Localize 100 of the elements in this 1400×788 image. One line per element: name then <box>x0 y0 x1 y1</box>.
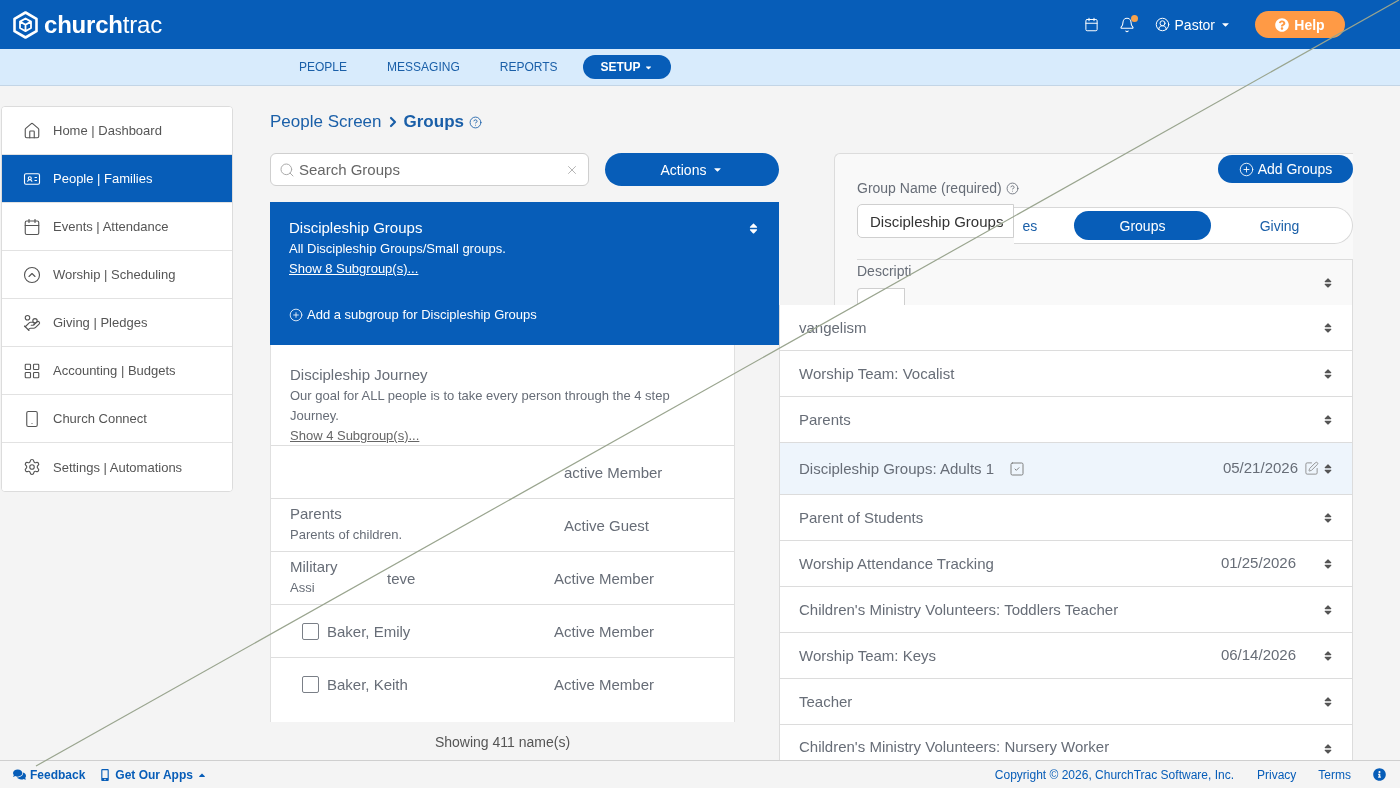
sort-icon[interactable] <box>1322 743 1334 755</box>
actions-button[interactable]: Actions <box>605 153 779 186</box>
group-name: Worship Attendance Tracking <box>799 555 994 572</box>
help-icon <box>1275 17 1290 32</box>
logo-text: churchtrac <box>44 10 163 39</box>
footer-link[interactable]: Terms <box>1318 767 1351 782</box>
sort-icon[interactable] <box>1322 649 1334 662</box>
chat-icon <box>13 768 26 781</box>
member-name: Baker, Emily <box>327 622 411 640</box>
group-name-field[interactable]: Discipleship Groups <box>857 204 1015 238</box>
member-status: Active Member <box>554 675 655 693</box>
group-title: Discipleship Groups <box>289 218 423 238</box>
nav-tab[interactable]: MESSAGING <box>367 55 480 79</box>
member-status: Active Member <box>554 569 655 587</box>
sort-icon[interactable] <box>1322 557 1334 570</box>
group-name: Worship Team: Keys <box>799 647 936 664</box>
group-row[interactable]: Worship Team: Vocalist <box>779 351 1353 397</box>
notifications-button[interactable] <box>1118 16 1135 33</box>
group-row[interactable]: Parent of Students <box>779 495 1353 541</box>
calendar-icon <box>1083 17 1099 32</box>
plus-circle-icon <box>1238 161 1254 177</box>
sort-icon[interactable] <box>1322 511 1334 524</box>
info-icon[interactable] <box>1373 768 1386 781</box>
member-status: active Member <box>564 463 663 481</box>
logo-icon <box>12 10 39 39</box>
sidebar-item[interactable]: Home | Dashboard <box>2 107 232 155</box>
group-row[interactable]: Worship Attendance Tracking 01/25/2026 <box>779 541 1353 587</box>
sidebar-item[interactable]: People | Families <box>2 155 232 203</box>
group-name: Parent of Students <box>799 509 924 526</box>
breadcrumb-link[interactable]: People Screen <box>270 112 382 132</box>
nav-tab[interactable]: PEOPLE <box>279 55 368 79</box>
phone-icon <box>99 768 112 781</box>
house-icon <box>23 121 41 140</box>
field-label: Group Name (required) <box>857 179 1002 197</box>
add-subgroup-button[interactable]: Add a subgroup for Discipleship Groups <box>289 305 537 325</box>
group-description: Assi <box>290 579 315 597</box>
calendar-icon <box>23 217 41 236</box>
chevron-circle-icon <box>23 265 41 284</box>
group-title: Military <box>290 557 338 577</box>
group-row[interactable]: Discipleship Groups: Adults 1 05/21/2026 <box>779 443 1353 495</box>
tab[interactable]: es <box>1014 211 1074 240</box>
add-groups-button[interactable]: Add Groups <box>1218 155 1353 183</box>
nav-tab[interactable]: SETUP <box>582 55 671 79</box>
subgroups-link[interactable]: Show 4 Subgroup(s)... <box>290 426 420 446</box>
bell-icon <box>1118 16 1135 33</box>
group-title: Parents <box>290 504 342 524</box>
group-row[interactable]: Worship Team: Keys 06/14/2026 <box>779 633 1353 679</box>
group-description: Our goal for ALL people is to take every person through the 4 step Journey. <box>290 387 670 425</box>
member-status: Active Guest <box>564 516 650 534</box>
group-row[interactable]: Children's Ministry Volunteers: Toddlers Teacher <box>779 587 1353 633</box>
result-count: Showing 411 name(s) <box>433 734 572 750</box>
group-description: Parents of children. <box>290 526 402 544</box>
page-title: Groups <box>403 112 464 132</box>
help-icon[interactable] <box>469 115 482 129</box>
subgroups-link[interactable]: Show 8 Subgroup(s)... <box>289 259 419 279</box>
group-name: Children's Ministry Volunteers: Nursery Worker <box>799 738 1110 755</box>
member-name: Baker, Keith <box>327 675 408 693</box>
calendar-button[interactable] <box>1083 17 1099 32</box>
group-title: Discipleship Journey <box>290 365 428 385</box>
user-menu-button[interactable]: Pastor <box>1154 16 1231 33</box>
sort-icon[interactable] <box>1322 695 1334 708</box>
nav-tab[interactable]: REPORTS <box>479 55 578 79</box>
user-icon <box>1154 17 1170 32</box>
checkbox[interactable] <box>302 622 319 640</box>
sort-icon[interactable] <box>1322 462 1334 475</box>
gear-icon <box>23 458 41 476</box>
group-date: 05/21/2026 <box>1222 458 1298 476</box>
group-name: Teacher <box>799 693 853 710</box>
field-label: Descripti <box>857 262 912 280</box>
member-status: Active Member <box>554 622 655 640</box>
checkbox-icon[interactable] <box>1009 460 1026 477</box>
search-icon <box>279 162 295 178</box>
group-row[interactable]: Children's Ministry Volunteers: Nursery Worker <box>779 725 1353 760</box>
sort-icon[interactable] <box>1322 603 1334 616</box>
sort-icon[interactable] <box>747 221 760 235</box>
checkbox[interactable] <box>302 675 319 693</box>
get-apps-button[interactable]: Get Our Apps <box>99 767 207 782</box>
group-card[interactable]: Discipleship Groups All Discipleship Groups/Small groups. Show 8 Subgroup(s)... Add a subgroup for Discipleship Groups <box>270 202 779 345</box>
group-row[interactable]: Teacher <box>779 679 1353 725</box>
hand-coins-icon <box>23 313 41 332</box>
footer-link[interactable]: Privacy <box>1257 767 1297 782</box>
group-row[interactable]: Parents <box>779 397 1353 443</box>
group-date: 01/25/2026 <box>1220 553 1296 571</box>
group-date: 06/14/2026 <box>1220 645 1296 663</box>
sort-icon[interactable] <box>1322 413 1334 426</box>
help-icon[interactable] <box>1005 181 1019 195</box>
member-name: teve <box>387 569 416 587</box>
description-field[interactable] <box>857 288 905 305</box>
group-name: Parents <box>799 411 851 428</box>
feedback-button[interactable]: Feedback <box>13 767 86 782</box>
sort-icon[interactable] <box>1322 367 1334 380</box>
sort-icon[interactable] <box>1322 276 1334 289</box>
tab[interactable]: Giving <box>1211 211 1348 240</box>
grid-icon <box>23 361 41 380</box>
tab[interactable]: Groups <box>1074 211 1211 240</box>
group-name: Worship Team: Vocalist <box>799 365 955 382</box>
copyright-text: Copyright © 2026, ChurchTrac Software, Inc. <box>994 767 1234 782</box>
sort-icon[interactable] <box>1322 321 1334 334</box>
group-description: All Discipleship Groups/Small groups. <box>289 240 506 258</box>
search-field[interactable]: Search Groups <box>270 153 589 186</box>
